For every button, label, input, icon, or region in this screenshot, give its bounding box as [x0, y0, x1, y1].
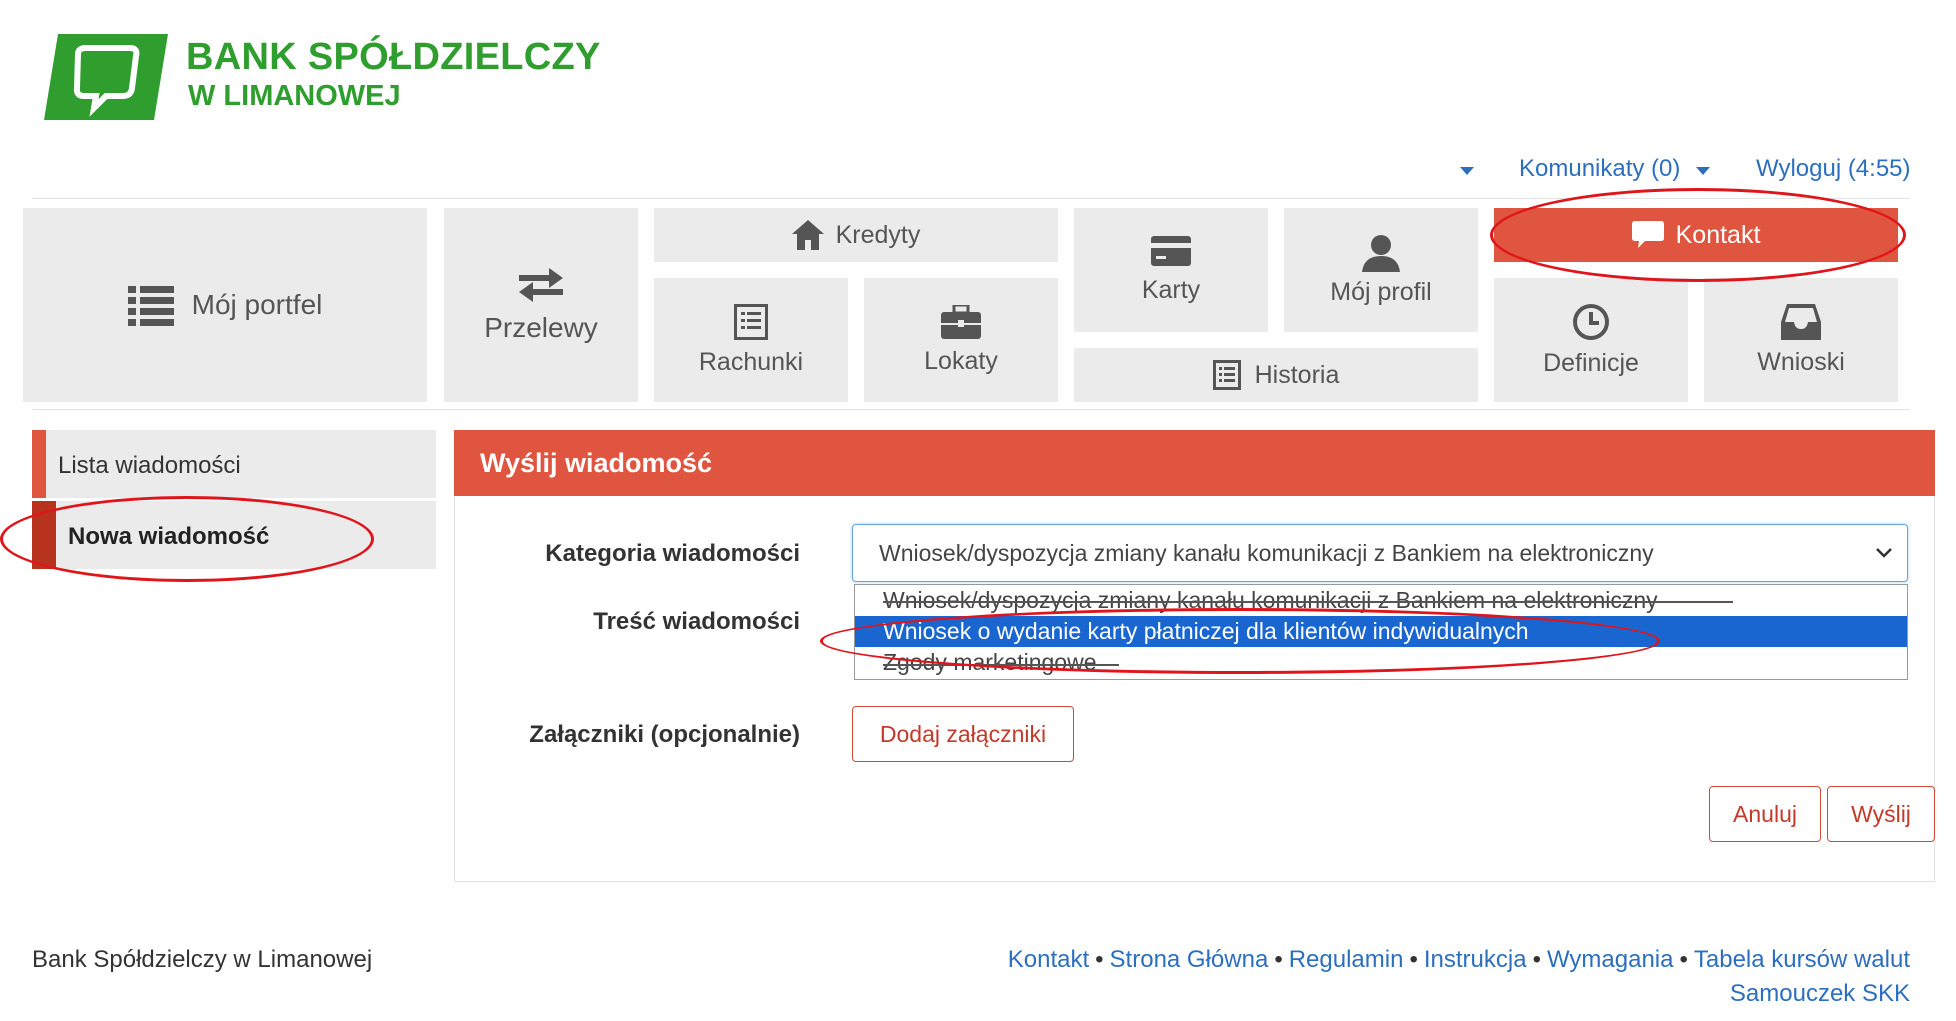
nav-wnioski-label: Wnioski: [1757, 347, 1845, 376]
category-select-value: Wniosek/dyspozycja zmiany kanału komunik…: [879, 540, 1654, 566]
nav-kredyty[interactable]: Kredyty: [654, 208, 1058, 262]
nav-rachunki[interactable]: Rachunki: [654, 278, 848, 402]
category-option-highlighted[interactable]: Wniosek o wydanie karty płatniczej dla k…: [855, 616, 1907, 647]
category-option[interactable]: Zgody marketingowe: [855, 647, 1907, 678]
transfer-arrows-icon: [519, 268, 563, 302]
bank-logo: [44, 34, 168, 120]
brand-name-line2: W LIMANOWEJ: [188, 80, 401, 112]
nav-moj-profil[interactable]: Mój profil: [1284, 208, 1478, 332]
nav-rachunki-label: Rachunki: [698, 347, 804, 376]
sidebar-item-label: Nowa wiadomość: [68, 523, 270, 550]
footer-links: Kontakt • Strona Główna • Regulamin • Instrukc…: [1008, 946, 1910, 974]
chat-bubble-icon: [1631, 221, 1664, 248]
sidebar-item-lista-wiadomosci[interactable]: Lista wiadomości: [32, 430, 436, 498]
nav-moj-profil-label: Mój profil: [1330, 277, 1432, 306]
nav-historia-label: Historia: [1254, 360, 1340, 389]
nav-historia[interactable]: Historia: [1074, 348, 1478, 402]
send-button[interactable]: Wyślij: [1827, 786, 1935, 842]
nav-moj-portfel-label: Mój portfel: [191, 289, 323, 320]
top-divider: [32, 198, 1910, 199]
nav-kontakt-label: Kontakt: [1675, 220, 1761, 249]
brand-name-line1: BANK SPÓŁDZIELCZY: [186, 36, 601, 78]
footer-separator: •: [1095, 946, 1104, 973]
document-list-icon: [734, 303, 768, 340]
content-label: Treść wiadomości: [593, 608, 800, 635]
sidebar-item-accent: [32, 501, 56, 569]
nav-karty-label: Karty: [1141, 275, 1201, 304]
strikethrough-mark: [883, 664, 1119, 666]
footer-bank-name: Bank Spółdzielczy w Limanowej: [32, 946, 373, 973]
list-icon: [127, 286, 174, 326]
nav-definicje-label: Definicje: [1543, 348, 1639, 377]
footer-separator: •: [1532, 946, 1541, 973]
briefcase-icon: [941, 304, 981, 339]
chevron-down-icon: [1876, 548, 1892, 558]
footer-separator: •: [1274, 946, 1283, 973]
category-select[interactable]: Wniosek/dyspozycja zmiany kanału komunik…: [852, 524, 1908, 582]
add-attachments-button[interactable]: Dodaj załączniki: [852, 706, 1074, 762]
footer-link-strona-glowna[interactable]: Strona Główna: [1110, 946, 1269, 973]
nav-divider: [32, 409, 1910, 410]
clock-icon: [1573, 303, 1609, 340]
komunikaty-link[interactable]: Komunikaty (0): [1519, 155, 1680, 183]
footer-separator: •: [1679, 946, 1688, 973]
sidebar-item-accent: [32, 430, 46, 498]
komunikaty-caret-icon[interactable]: [1696, 167, 1710, 175]
history-list-icon: [1212, 360, 1241, 390]
nav-przelewy-label: Przelewy: [484, 312, 598, 343]
footer-link-kontakt[interactable]: Kontakt: [1008, 946, 1089, 973]
logout-link[interactable]: Wyloguj (4:55): [1756, 155, 1911, 183]
message-form-title: Wyślij wiadomość: [480, 448, 713, 478]
nav-karty[interactable]: Karty: [1074, 208, 1268, 332]
nav-wnioski[interactable]: Wnioski: [1704, 278, 1898, 402]
strikethrough-mark: [883, 601, 1733, 603]
credit-card-icon: [1151, 235, 1191, 266]
inbox-tray-icon: [1781, 303, 1821, 340]
home-icon: [791, 220, 824, 250]
footer-link-tabela-kursow[interactable]: Tabela kursów walut: [1694, 946, 1910, 973]
nav-moj-portfel[interactable]: Mój portfel: [23, 208, 427, 402]
category-label: Kategoria wiadomości: [545, 540, 800, 567]
nav-lokaty[interactable]: Lokaty: [864, 278, 1058, 402]
sidebar-item-label: Lista wiadomości: [58, 452, 241, 479]
nav-kredyty-label: Kredyty: [835, 220, 921, 249]
nav-kontakt[interactable]: Kontakt: [1494, 208, 1898, 262]
sidebar-item-nowa-wiadomosc[interactable]: Nowa wiadomość: [32, 501, 436, 569]
footer-link-wymagania[interactable]: Wymagania: [1547, 946, 1674, 973]
attachments-label: Załączniki (opcjonalnie): [529, 721, 800, 748]
user-icon: [1362, 234, 1400, 272]
footer-link-instrukcja[interactable]: Instrukcja: [1424, 946, 1527, 973]
footer-separator: •: [1409, 946, 1418, 973]
nav-przelewy[interactable]: Przelewy: [444, 208, 638, 402]
cancel-button[interactable]: Anuluj: [1709, 786, 1821, 842]
footer-link-samouczek[interactable]: Samouczek SKK: [1730, 980, 1910, 1008]
footer-link-regulamin[interactable]: Regulamin: [1289, 946, 1404, 973]
nav-lokaty-label: Lokaty: [924, 346, 998, 375]
nav-definicje[interactable]: Definicje: [1494, 278, 1688, 402]
account-dropdown-caret-icon[interactable]: [1460, 167, 1474, 175]
category-dropdown-list: Wniosek/dyspozycja zmiany kanału komunik…: [854, 584, 1908, 680]
